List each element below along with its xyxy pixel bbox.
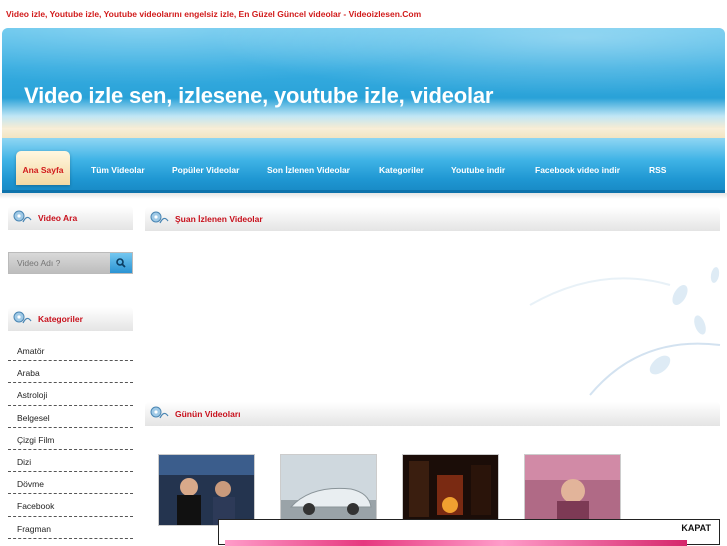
site-title-text: Video izle, Youtube izle, Youtube videol…: [6, 9, 422, 19]
category-item[interactable]: Astroloji: [8, 383, 133, 406]
category-label: Dizi: [17, 456, 32, 467]
category-item[interactable]: Çizgi Film: [8, 428, 133, 450]
category-label: Facebook: [17, 501, 55, 512]
popup-content-strip: [225, 540, 687, 546]
today-videos-header: Günün Videoları: [145, 402, 720, 426]
top-title-bar: Video izle, Youtube izle, Youtube videol…: [0, 0, 727, 28]
video-thumbnail-image: [159, 455, 254, 525]
header-sand-strip: [2, 128, 725, 138]
category-item[interactable]: Araba: [8, 361, 133, 384]
video-thumbnail[interactable]: [158, 454, 255, 526]
film-reel-icon: [150, 211, 169, 224]
floral-background-decoration: [529, 267, 721, 396]
video-thumbnail[interactable]: [524, 454, 621, 526]
nav-item-facebook-download[interactable]: Facebook video indir: [535, 165, 620, 175]
category-item[interactable]: Amatör: [8, 339, 133, 362]
film-reel-icon: [150, 406, 169, 419]
category-label: Çizgi Film: [17, 434, 55, 445]
film-reel-icon: [13, 311, 32, 324]
nav-item-categories[interactable]: Kategoriler: [379, 165, 424, 175]
today-videos-title: Günün Videoları: [175, 409, 241, 419]
nav-item-popular[interactable]: Popüler Videolar: [172, 165, 239, 175]
video-thumbnail[interactable]: [402, 454, 499, 526]
nav-item-youtube-download[interactable]: Youtube indir: [451, 165, 505, 175]
categories-box-title: Kategoriler: [38, 314, 83, 324]
now-watching-header: Şuan İzlenen Videolar: [145, 207, 720, 231]
film-reel-icon: [13, 210, 32, 223]
video-thumbnail-image: [525, 455, 620, 525]
nav-home-label: Ana Sayfa: [22, 165, 64, 175]
category-item[interactable]: Dizi: [8, 450, 133, 473]
popup-overlay: KAPAT: [218, 519, 720, 546]
nav-item-rss[interactable]: RSS: [649, 165, 666, 175]
main-nav: Ana Sayfa Tüm Videolar Popüler Videolar …: [2, 138, 725, 193]
category-label: Dövme: [17, 479, 44, 490]
header-title: Video izle sen, izlesene, youtube izle, …: [24, 83, 494, 108]
search-icon: [116, 258, 126, 268]
category-label: Belgesel: [17, 412, 50, 423]
category-label: Fragman: [17, 523, 52, 534]
category-item[interactable]: Dövme: [8, 472, 133, 495]
close-button[interactable]: KAPAT: [681, 523, 711, 533]
category-list: Amatör Araba Astroloji Belgesel Çizgi Fi…: [8, 339, 133, 539]
categories-box-header: Kategoriler: [8, 307, 133, 331]
search-box-header: Video Ara: [8, 206, 133, 230]
category-label: Araba: [17, 368, 40, 379]
category-item[interactable]: Belgesel: [8, 406, 133, 428]
now-watching-title: Şuan İzlenen Videolar: [175, 214, 263, 224]
nav-home-tab[interactable]: Ana Sayfa: [16, 151, 70, 185]
video-thumbnail[interactable]: [280, 454, 377, 526]
search-button[interactable]: [110, 253, 132, 273]
nav-item-all-videos[interactable]: Tüm Videolar: [91, 165, 145, 175]
nav-item-recent[interactable]: Son İzlenen Videolar: [267, 165, 350, 175]
category-label: Amatör: [17, 346, 45, 356]
video-thumbnail-image: [281, 455, 376, 525]
search-box-title: Video Ara: [38, 213, 78, 223]
category-label: Astroloji: [17, 390, 48, 401]
site-header: Video izle sen, izlesene, youtube izle, …: [2, 28, 725, 128]
category-item[interactable]: Fragman: [8, 517, 133, 539]
category-item[interactable]: Facebook: [8, 494, 133, 517]
search-form: [8, 252, 133, 274]
search-input[interactable]: [9, 253, 107, 273]
video-thumbnail-image: [403, 455, 498, 525]
